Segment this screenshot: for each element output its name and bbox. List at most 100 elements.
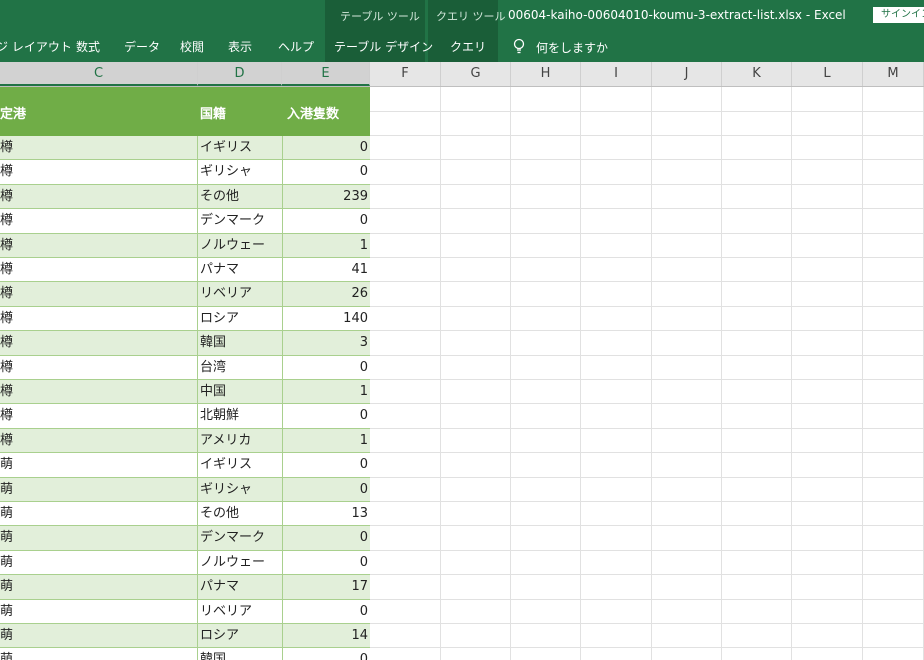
- cell[interactable]: [581, 355, 652, 380]
- cell[interactable]: [722, 502, 792, 527]
- cell[interactable]: [863, 477, 924, 502]
- cell[interactable]: [652, 550, 722, 576]
- cell-nationality[interactable]: ロシア: [200, 307, 282, 331]
- cell-entries[interactable]: 0: [283, 478, 368, 502]
- cell[interactable]: [511, 136, 581, 161]
- cell[interactable]: [652, 282, 722, 307]
- cell[interactable]: [722, 404, 792, 429]
- cell[interactable]: [511, 380, 581, 405]
- cell[interactable]: [511, 87, 581, 112]
- cell-entries[interactable]: 0: [283, 648, 368, 660]
- cell[interactable]: [652, 258, 722, 283]
- column-header-f[interactable]: F: [370, 62, 441, 86]
- cell[interactable]: [652, 575, 722, 600]
- cell[interactable]: [581, 209, 652, 234]
- cell[interactable]: [370, 624, 441, 649]
- cell[interactable]: [581, 404, 652, 429]
- cell[interactable]: [511, 477, 581, 502]
- cell-entries[interactable]: 140: [283, 307, 368, 331]
- cell[interactable]: [722, 184, 792, 210]
- cell-port[interactable]: 樽: [0, 380, 196, 404]
- tab-data[interactable]: データ: [124, 38, 160, 55]
- cell[interactable]: [441, 404, 511, 429]
- cell[interactable]: [581, 233, 652, 258]
- cell-entries[interactable]: 0: [283, 160, 368, 184]
- cell-port[interactable]: 樽: [0, 258, 196, 282]
- cell[interactable]: [441, 380, 511, 405]
- cell-port[interactable]: 樽: [0, 331, 196, 355]
- signin-button[interactable]: サインイン: [873, 7, 924, 23]
- cell[interactable]: [581, 526, 652, 551]
- cell[interactable]: [722, 233, 792, 258]
- cell-entries[interactable]: 0: [283, 404, 368, 428]
- cell-entries[interactable]: 26: [283, 282, 368, 306]
- cell[interactable]: [792, 306, 863, 332]
- cell[interactable]: [441, 502, 511, 527]
- cell[interactable]: [370, 599, 441, 624]
- cell[interactable]: [792, 428, 863, 454]
- column-header-m[interactable]: M: [863, 62, 924, 86]
- cell-nationality[interactable]: ノルウェー: [200, 551, 282, 575]
- cell[interactable]: [792, 111, 863, 136]
- cell[interactable]: [370, 258, 441, 283]
- cell[interactable]: [722, 258, 792, 283]
- cell[interactable]: [652, 209, 722, 234]
- cell-nationality[interactable]: リベリア: [200, 282, 282, 306]
- cell[interactable]: [370, 87, 441, 112]
- cell[interactable]: [792, 404, 863, 429]
- cell[interactable]: [441, 526, 511, 551]
- cell[interactable]: [581, 160, 652, 185]
- column-header-l[interactable]: L: [792, 62, 863, 86]
- cell[interactable]: [511, 648, 581, 660]
- cell[interactable]: [441, 477, 511, 502]
- cell[interactable]: [370, 477, 441, 502]
- cell[interactable]: [863, 184, 924, 210]
- cell[interactable]: [792, 502, 863, 527]
- cell[interactable]: [722, 160, 792, 185]
- cell[interactable]: [863, 136, 924, 161]
- cell[interactable]: [441, 575, 511, 600]
- cell-entries[interactable]: 0: [283, 551, 368, 575]
- cell-port[interactable]: 萌: [0, 526, 196, 550]
- cell[interactable]: [792, 160, 863, 185]
- cell-nationality[interactable]: ノルウェー: [200, 234, 282, 258]
- cell[interactable]: [863, 355, 924, 380]
- cell[interactable]: [792, 282, 863, 307]
- cell[interactable]: [511, 599, 581, 624]
- cell-port[interactable]: 萌: [0, 478, 196, 502]
- cell[interactable]: [792, 136, 863, 161]
- cell[interactable]: [863, 111, 924, 136]
- cell[interactable]: [370, 331, 441, 356]
- cell[interactable]: [511, 184, 581, 210]
- cell[interactable]: [370, 233, 441, 258]
- worksheet-grid[interactable]: 定港 国籍 入港隻数 樽イギリス 0 樽ギリシャ 0 樽その他 239 樽デンマーク 0 樽ノル…: [0, 87, 924, 660]
- tab-help[interactable]: ヘルプ: [278, 38, 314, 55]
- cell-nationality[interactable]: イギリス: [200, 453, 282, 477]
- cell-port[interactable]: 萌: [0, 502, 196, 526]
- cell[interactable]: [441, 184, 511, 210]
- cell-port[interactable]: 樽: [0, 429, 196, 453]
- cell-port[interactable]: 萌: [0, 453, 196, 477]
- cell[interactable]: [441, 258, 511, 283]
- cell[interactable]: [863, 526, 924, 551]
- cell[interactable]: [581, 331, 652, 356]
- column-header-d[interactable]: D: [198, 62, 282, 86]
- cell[interactable]: [581, 477, 652, 502]
- cell[interactable]: [722, 209, 792, 234]
- cell[interactable]: [863, 160, 924, 185]
- cell-port[interactable]: 樽: [0, 160, 196, 184]
- cell[interactable]: [511, 575, 581, 600]
- column-header-e[interactable]: E: [282, 62, 370, 86]
- cell[interactable]: [370, 648, 441, 660]
- cell[interactable]: [581, 87, 652, 112]
- cell[interactable]: [511, 306, 581, 332]
- cell[interactable]: [863, 502, 924, 527]
- cell-nationality[interactable]: その他: [200, 502, 282, 526]
- cell[interactable]: [441, 306, 511, 332]
- header-entries[interactable]: 入港隻数: [287, 103, 339, 122]
- cell-nationality[interactable]: 韓国: [200, 648, 282, 660]
- cell-nationality[interactable]: 韓国: [200, 331, 282, 355]
- cell[interactable]: [863, 331, 924, 356]
- cell[interactable]: [863, 306, 924, 332]
- cell[interactable]: [441, 87, 511, 112]
